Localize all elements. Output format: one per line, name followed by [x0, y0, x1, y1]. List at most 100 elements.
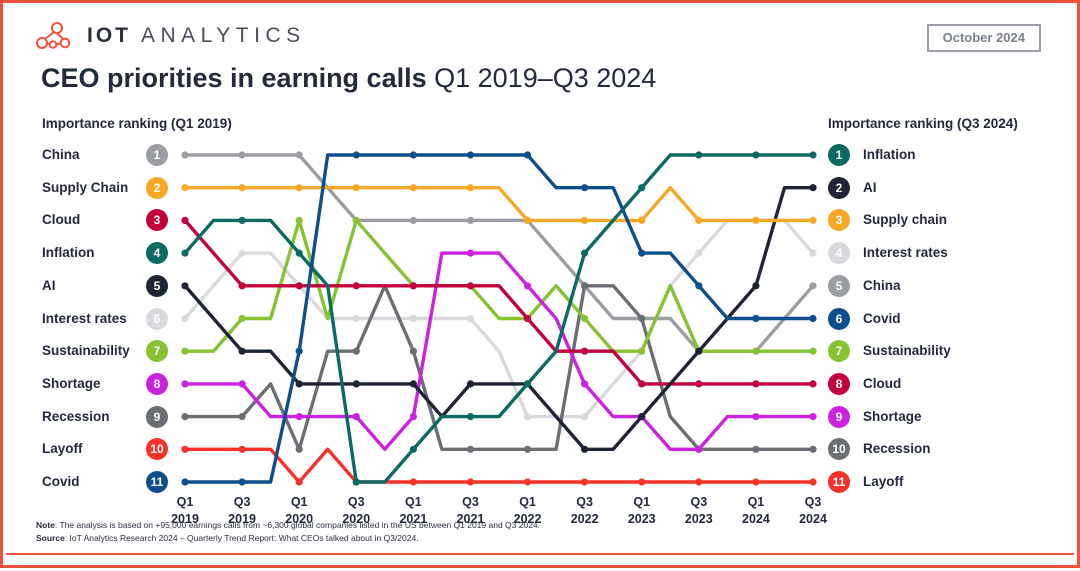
data-point [695, 478, 703, 486]
series-recession [181, 282, 817, 453]
x-tick-quarter: Q3 [347, 495, 365, 509]
right-rank-label-interest-rates: Interest rates [863, 245, 948, 261]
data-point [581, 184, 589, 192]
data-point [638, 314, 646, 323]
x-tick-year: 2024 [742, 512, 770, 526]
iot-analytics-logo-icon [36, 22, 71, 49]
data-point [523, 445, 532, 453]
series-ai [181, 184, 817, 453]
data-point [695, 347, 703, 355]
footer-rule [6, 553, 1074, 555]
series-cloud [181, 216, 817, 388]
page-title-regular: Q1 2019–Q3 2024 [434, 63, 657, 93]
right-rank-badge-11: 11 [828, 471, 850, 493]
x-tick-quarter: Q1 [290, 495, 308, 509]
x-tick-quarter: Q1 [405, 495, 422, 509]
data-point [581, 216, 589, 224]
left-rank-badge-2: 2 [146, 176, 168, 199]
left-rank-badge-11: 11 [146, 471, 168, 493]
series-interest-rates [181, 216, 817, 421]
source-text: : IoT Analytics Research 2024 – Quarterl… [64, 532, 419, 543]
left-rank-label-shortage: Shortage [42, 375, 101, 391]
data-point [238, 216, 246, 224]
x-tick-Q1-2024: Q1 2024 [729, 495, 783, 526]
note-text: : The analysis is based on +95,000 earni… [54, 519, 541, 530]
right-rank-label-cloud: Cloud [863, 375, 902, 391]
data-point [581, 347, 589, 355]
data-point [695, 151, 703, 159]
data-point [181, 151, 189, 159]
right-rank-label-shortage: Shortage [863, 408, 922, 424]
left-rank-badge-7: 7 [146, 340, 168, 363]
data-point [238, 184, 246, 192]
data-point [581, 282, 589, 290]
left-rank-badge-9: 9 [146, 405, 168, 428]
data-point [695, 445, 703, 453]
right-rank-label-covid: Covid [863, 310, 901, 326]
data-point [638, 249, 646, 257]
data-point [295, 249, 303, 257]
data-point [295, 216, 303, 224]
data-point [352, 184, 360, 192]
data-point [409, 445, 417, 453]
data-point [809, 282, 817, 290]
data-point [352, 347, 360, 355]
data-point [409, 314, 417, 323]
data-point [638, 216, 646, 224]
data-point [752, 347, 760, 355]
data-point [295, 478, 303, 486]
data-point [466, 151, 475, 159]
data-point [352, 282, 360, 290]
data-point [581, 380, 589, 388]
logo-text-analytics: ANALYTICS [141, 24, 306, 47]
data-point [181, 347, 189, 355]
data-point [409, 282, 417, 290]
right-rank-badge-7: 7 [828, 340, 850, 363]
data-point [809, 314, 817, 323]
data-point [295, 151, 303, 159]
note-label: Note [36, 519, 55, 530]
x-tick-Q3-2024: Q3 2024 [786, 495, 840, 526]
data-point [752, 445, 760, 453]
data-point [181, 216, 189, 224]
left-rank-label-ai: AI [42, 277, 56, 293]
data-point [238, 151, 246, 159]
x-tick-year: 2022 [570, 512, 599, 526]
data-point [809, 478, 817, 486]
data-point [352, 413, 360, 421]
data-point [638, 380, 646, 388]
x-tick-quarter: Q3 [804, 495, 822, 509]
data-point [181, 478, 189, 486]
right-rank-badge-10: 10 [828, 438, 850, 461]
data-point [523, 478, 532, 486]
data-point [466, 478, 475, 486]
data-point [181, 249, 189, 257]
data-point [752, 413, 760, 421]
data-point [638, 413, 646, 421]
left-rank-badge-6: 6 [146, 307, 168, 330]
series-layoff [181, 445, 817, 486]
data-point [466, 282, 475, 290]
data-point [466, 445, 475, 453]
left-rank-label-cloud: Cloud [42, 212, 81, 228]
data-point [752, 216, 760, 224]
x-tick-quarter: Q3 [233, 495, 251, 509]
data-point [809, 413, 817, 421]
data-point [581, 413, 589, 421]
data-point [352, 151, 360, 159]
brand-logo: IOT ANALYTICS [33, 21, 306, 51]
data-point [181, 380, 189, 388]
data-point [295, 282, 303, 290]
data-point [809, 151, 817, 159]
data-point [695, 216, 703, 224]
series-china [181, 151, 817, 355]
date-badge: October 2024 [926, 24, 1041, 52]
data-point [695, 380, 703, 388]
data-point [809, 184, 817, 192]
left-rank-badge-8: 8 [146, 372, 168, 395]
data-point [352, 216, 360, 224]
right-rank-label-china: China [863, 277, 901, 293]
data-point [295, 445, 303, 453]
data-point [295, 413, 303, 421]
data-point [409, 282, 417, 290]
